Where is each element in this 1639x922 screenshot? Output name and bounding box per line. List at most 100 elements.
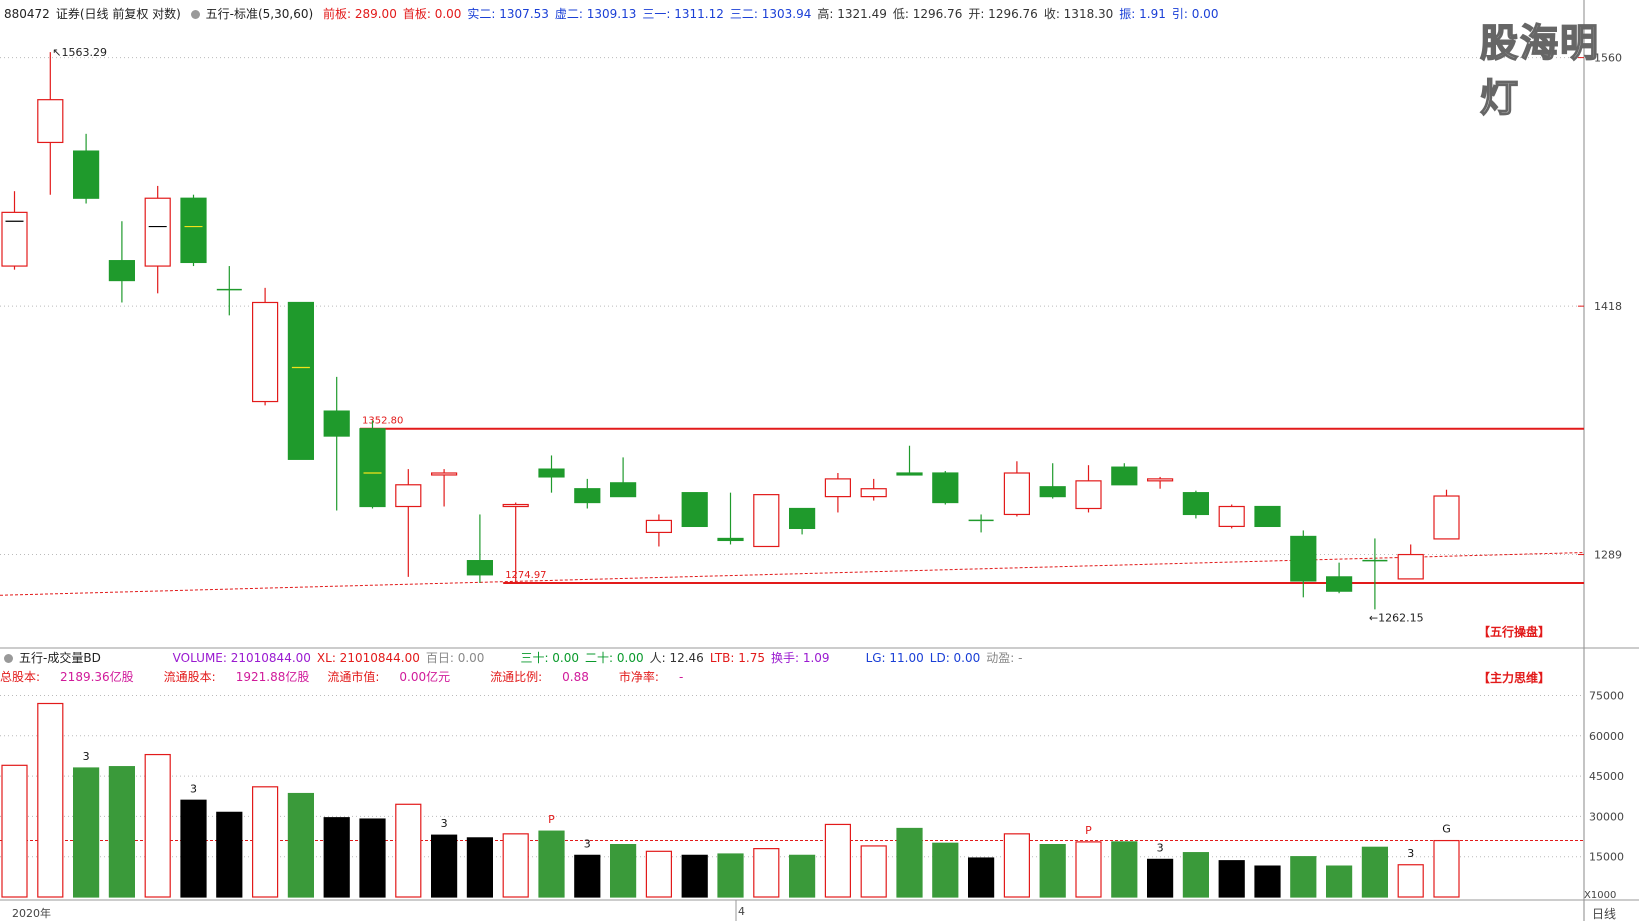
volume-bar <box>1433 839 1460 898</box>
volume-bar <box>1182 852 1210 898</box>
tag-zhuli[interactable]: 【主力思维】 <box>1478 669 1550 686</box>
candle-body <box>1 211 28 267</box>
volume-bar <box>967 857 995 898</box>
volume-bar <box>1 764 28 898</box>
volume-indicator-name[interactable]: 五行-成交量BD <box>19 651 101 665</box>
candle-body <box>645 519 673 534</box>
price-field: 引: 0.00 <box>1171 7 1219 21</box>
stock-code: 880472 <box>4 7 50 21</box>
volume-bar <box>788 854 816 898</box>
candle-body <box>431 472 458 476</box>
volume-mark-label: 3 <box>1157 841 1164 854</box>
stat-value: 1921.88亿股 <box>235 670 310 684</box>
period-label[interactable]: 日线 <box>1592 905 1616 922</box>
volume-tick-label: 15000 <box>1589 851 1624 864</box>
month-label: 4 <box>738 905 745 918</box>
stat-value: 0.00亿元 <box>399 670 451 684</box>
candle-body <box>1290 535 1317 582</box>
volume-mark-label: 3 <box>584 837 591 850</box>
volume-field: LG: 11.00 <box>865 651 924 665</box>
price-field: 高: 1321.49 <box>817 7 887 21</box>
indicator-dot-icon[interactable] <box>190 10 200 19</box>
indicator-name[interactable]: 五行-标准(5,30,60) <box>206 7 314 21</box>
price-field: 低: 1296.76 <box>892 7 963 21</box>
stat-label: 流通股本: <box>163 670 216 684</box>
volume-bar <box>252 786 279 898</box>
candle-body <box>681 492 708 528</box>
volume-field: LTB: 1.75 <box>709 651 765 665</box>
stat-label: 流通比例: <box>490 670 543 684</box>
candle-body <box>1075 480 1102 510</box>
chart-canvas: 1289141815601352.801274.97↖1563.29←1262.… <box>0 0 1639 921</box>
volume-mark-label: P <box>1085 824 1092 837</box>
volume-bar <box>860 845 887 898</box>
volume-tick-label: 45000 <box>1589 770 1624 783</box>
candle-body <box>287 301 314 460</box>
candle-body <box>788 507 816 530</box>
candle-body <box>753 494 780 548</box>
volume-bar <box>609 843 637 898</box>
volume-bar <box>144 753 171 898</box>
volume-bar <box>431 834 458 898</box>
volume-bar <box>1111 841 1138 898</box>
year-label: 2020年 <box>12 907 51 920</box>
volume-bar <box>681 854 708 898</box>
box-top-label: 1352.80 <box>362 416 403 427</box>
candle-body <box>37 99 64 144</box>
stat-value: 2189.36亿股 <box>60 670 134 684</box>
price-field: 实二: 1307.53 <box>467 7 549 21</box>
tag-wuxing[interactable]: 【五行操盘】 <box>1478 623 1550 640</box>
volume-tick-label: 30000 <box>1589 810 1624 823</box>
stat-value: 0.88 <box>562 670 589 684</box>
candle-body <box>1218 505 1245 528</box>
price-field: 前板: 289.00 <box>322 7 397 21</box>
volume-field: 百日: 0.00 <box>425 651 485 665</box>
volume-dot-icon[interactable] <box>4 654 13 663</box>
volume-bar <box>1039 843 1066 898</box>
price-field: 开: 1296.76 <box>968 7 1038 21</box>
volume-field: XL: 21010844.00 <box>316 651 420 665</box>
volume-bar <box>896 827 923 898</box>
candle-body <box>932 472 959 504</box>
price-tick-label: 1289 <box>1594 549 1622 562</box>
chart-stage: 1289 1418 1560 1352.80 1274.97 ↖1563.29 ←1262.… <box>0 0 1639 921</box>
volume-bar <box>1325 865 1353 898</box>
volume-field: 二十: 0.00 <box>585 651 644 665</box>
volume-field: 人: 12.46 <box>649 651 704 665</box>
price-field: 收: 1318.30 <box>1043 7 1114 21</box>
volume-field: 换手: 1.09 <box>770 651 830 665</box>
volume-bar <box>753 848 780 898</box>
volume-bar <box>395 803 422 898</box>
volume-bar <box>180 799 207 898</box>
price-field: 首板: 0.00 <box>402 7 462 21</box>
volume-tick-label: 60000 <box>1589 730 1624 743</box>
top-field-list: 前板: 289.00 首板: 0.00 实二: 1307.53 虚二: 1309.13… <box>323 7 1224 21</box>
candle-body <box>144 197 171 267</box>
vol-unit-label: X1000 <box>1584 890 1617 901</box>
stat-label: 流通市值: <box>327 670 380 684</box>
volume-bar <box>1075 841 1102 898</box>
volume-bar <box>1146 858 1174 898</box>
stock-name: 证券 <box>55 7 80 21</box>
volume-mark-label: 3 <box>83 750 90 763</box>
volume-field-list: VOLUME: 21010844.00 XL: 21010844.00 百日: 0.… <box>173 651 1029 665</box>
volume-bar <box>466 837 493 898</box>
volume-bar <box>37 702 64 898</box>
volume-bar <box>538 830 565 898</box>
volume-bar <box>932 842 959 898</box>
volume-bar <box>1218 860 1245 898</box>
volume-bar <box>1003 833 1031 898</box>
box-bottom-label: 1274.97 <box>505 570 546 581</box>
volume-bar <box>359 818 386 898</box>
candle-body <box>1325 576 1353 592</box>
volume-field: 三十: 0.00 <box>520 651 580 665</box>
candle-body <box>1182 492 1210 516</box>
candle-body <box>609 482 637 498</box>
volume-bar <box>1397 864 1424 898</box>
volume-tick-label: 75000 <box>1589 689 1624 702</box>
candle-body <box>359 428 386 508</box>
candle-body <box>824 478 852 498</box>
stat-label: 市净率: <box>618 670 659 684</box>
volume-bar <box>1254 865 1281 898</box>
volume-field: VOLUME: 21010844.00 <box>172 651 311 665</box>
